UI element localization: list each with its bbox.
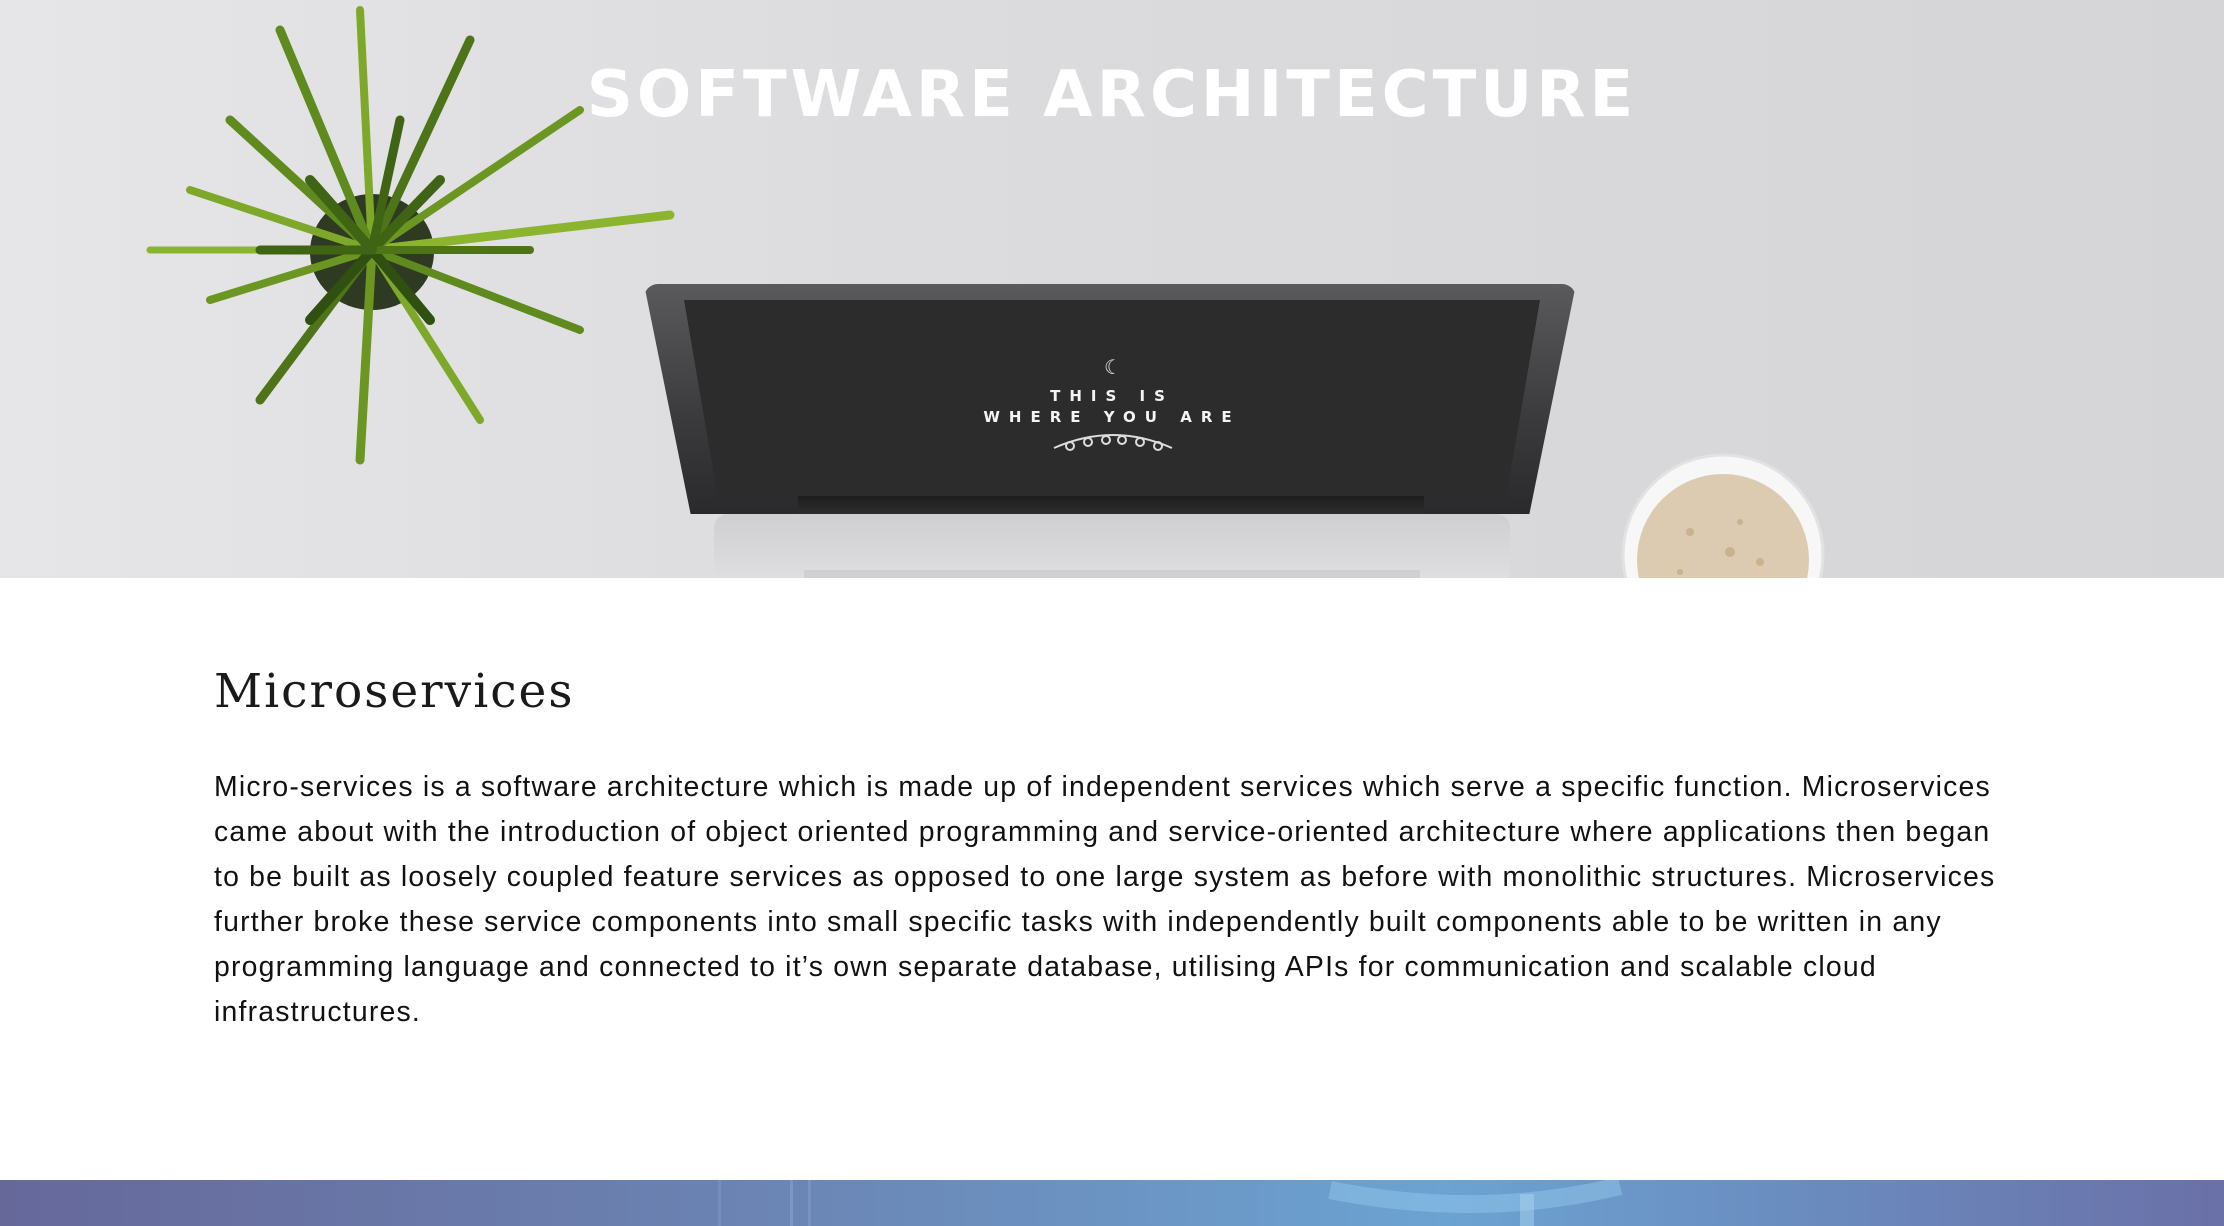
section-paragraph: Micro-services is a software architectur… (214, 771, 1996, 1028)
ornament-icon (1053, 434, 1173, 451)
laptop-keyboard-edge (804, 570, 1420, 578)
coffee-cup-image (1621, 453, 1825, 578)
screen-text-line1: THIS IS (1050, 387, 1174, 405)
footer-band (0, 1180, 2224, 1226)
hero-banner: ☾ THIS IS WHERE YOU ARE SOFTWARE ARCHITE… (0, 0, 2224, 578)
laptop-base (714, 514, 1510, 578)
page-title: SOFTWARE ARCHITECTURE (586, 58, 1638, 132)
moon-icon: ☾ (1104, 357, 1122, 379)
laptop-screen-text: THIS IS WHERE YOU ARE (880, 386, 1344, 428)
section-title: Microservices (214, 664, 575, 719)
screen-text-line2: WHERE YOU ARE (983, 408, 1241, 426)
main-content: Microservices Micro-services is a softwa… (214, 664, 2014, 1035)
footer-decoration (718, 1180, 1623, 1226)
